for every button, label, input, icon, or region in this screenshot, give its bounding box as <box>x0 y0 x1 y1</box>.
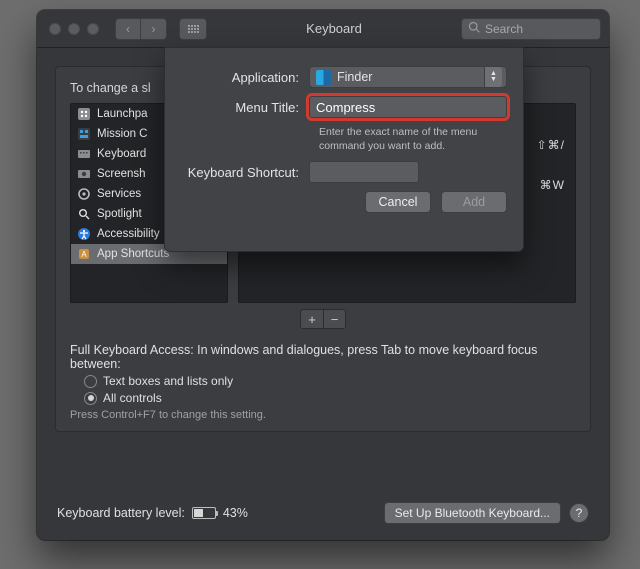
add-button[interactable]: + <box>301 310 323 328</box>
screenshot-icon <box>77 167 91 181</box>
sidebar-item-label: Mission C <box>97 128 147 140</box>
add-shortcut-sheet: Application: Finder ▲▼ Menu Title: Compr… <box>164 47 524 252</box>
battery-status: Keyboard battery level: 43% <box>57 506 248 520</box>
footer: Keyboard battery level: 43% Set Up Bluet… <box>37 490 609 540</box>
help-button[interactable]: ? <box>569 503 589 523</box>
remove-button[interactable]: − <box>323 310 345 328</box>
battery-percent: 43% <box>223 506 248 520</box>
access-heading: Full Keyboard Access: In windows and dia… <box>70 343 576 371</box>
menu-title-input[interactable]: Compress <box>309 96 507 118</box>
finder-icon <box>316 70 331 85</box>
add-remove-group: + − <box>70 309 576 329</box>
sidebar-item-label: Accessibility <box>97 228 160 240</box>
shortcut-label: Keyboard Shortcut: <box>181 165 309 180</box>
back-button[interactable]: ‹ <box>115 18 141 40</box>
sheet-buttons: Cancel Add <box>181 191 507 213</box>
nav-buttons: ‹ › <box>115 18 167 40</box>
window-controls <box>45 23 105 35</box>
zoom-window-button[interactable] <box>87 23 99 35</box>
sidebar-item-label: Screensh <box>97 168 146 180</box>
shortcut-entry-2[interactable]: ⌘W <box>540 178 565 192</box>
radio-icon <box>84 392 97 405</box>
application-label: Application: <box>181 70 309 85</box>
shortcut-entry-1[interactable]: ⇧⌘/ <box>537 138 565 152</box>
application-value: Finder <box>337 70 372 84</box>
sidebar-item-label: Keyboard <box>97 148 146 160</box>
accessibility-icon <box>77 227 91 241</box>
svg-text:A: A <box>81 250 87 259</box>
grid-icon <box>188 25 199 33</box>
radio-label: Text boxes and lists only <box>103 374 233 388</box>
shortcut-input[interactable] <box>309 161 419 183</box>
launchpad-icon <box>77 107 91 121</box>
sidebar-item-label: App Shortcuts <box>97 248 169 260</box>
radio-icon <box>84 375 97 388</box>
search-icon <box>468 21 480 36</box>
titlebar: ‹ › Keyboard <box>37 10 609 48</box>
application-select[interactable]: Finder ▲▼ <box>309 66 507 88</box>
search-field-wrap[interactable] <box>461 18 601 40</box>
close-window-button[interactable] <box>49 23 61 35</box>
add-button[interactable]: Add <box>441 191 507 213</box>
setup-bluetooth-button[interactable]: Set Up Bluetooth Keyboard... <box>384 502 561 524</box>
keyboard-icon <box>77 147 91 161</box>
menu-title-label: Menu Title: <box>181 100 309 115</box>
show-all-button[interactable] <box>179 18 207 40</box>
app-shortcuts-icon: A <box>77 247 91 261</box>
services-icon <box>77 187 91 201</box>
window-title: Keyboard <box>213 21 455 36</box>
minimize-window-button[interactable] <box>68 23 80 35</box>
menu-title-value: Compress <box>316 100 375 115</box>
battery-icon <box>192 507 216 519</box>
sidebar-item-label: Launchpa <box>97 108 148 120</box>
radio-text-boxes[interactable]: Text boxes and lists only <box>84 374 576 388</box>
radio-all-controls[interactable]: All controls <box>84 391 576 405</box>
menu-title-help: Enter the exact name of the menu command… <box>319 126 507 153</box>
sidebar-item-label: Services <box>97 188 141 200</box>
radio-label: All controls <box>103 391 162 405</box>
access-hint: Press Control+F7 to change this setting. <box>70 409 576 421</box>
search-input[interactable] <box>485 22 594 36</box>
sidebar-item-label: Spotlight <box>97 208 142 220</box>
spotlight-icon <box>77 207 91 221</box>
battery-label: Keyboard battery level: <box>57 506 185 520</box>
dropdown-stepper-icon: ▲▼ <box>484 67 502 87</box>
mission-control-icon <box>77 127 91 141</box>
keyboard-access-section: Full Keyboard Access: In windows and dia… <box>70 343 576 421</box>
cancel-button[interactable]: Cancel <box>365 191 431 213</box>
forward-button[interactable]: › <box>141 18 167 40</box>
